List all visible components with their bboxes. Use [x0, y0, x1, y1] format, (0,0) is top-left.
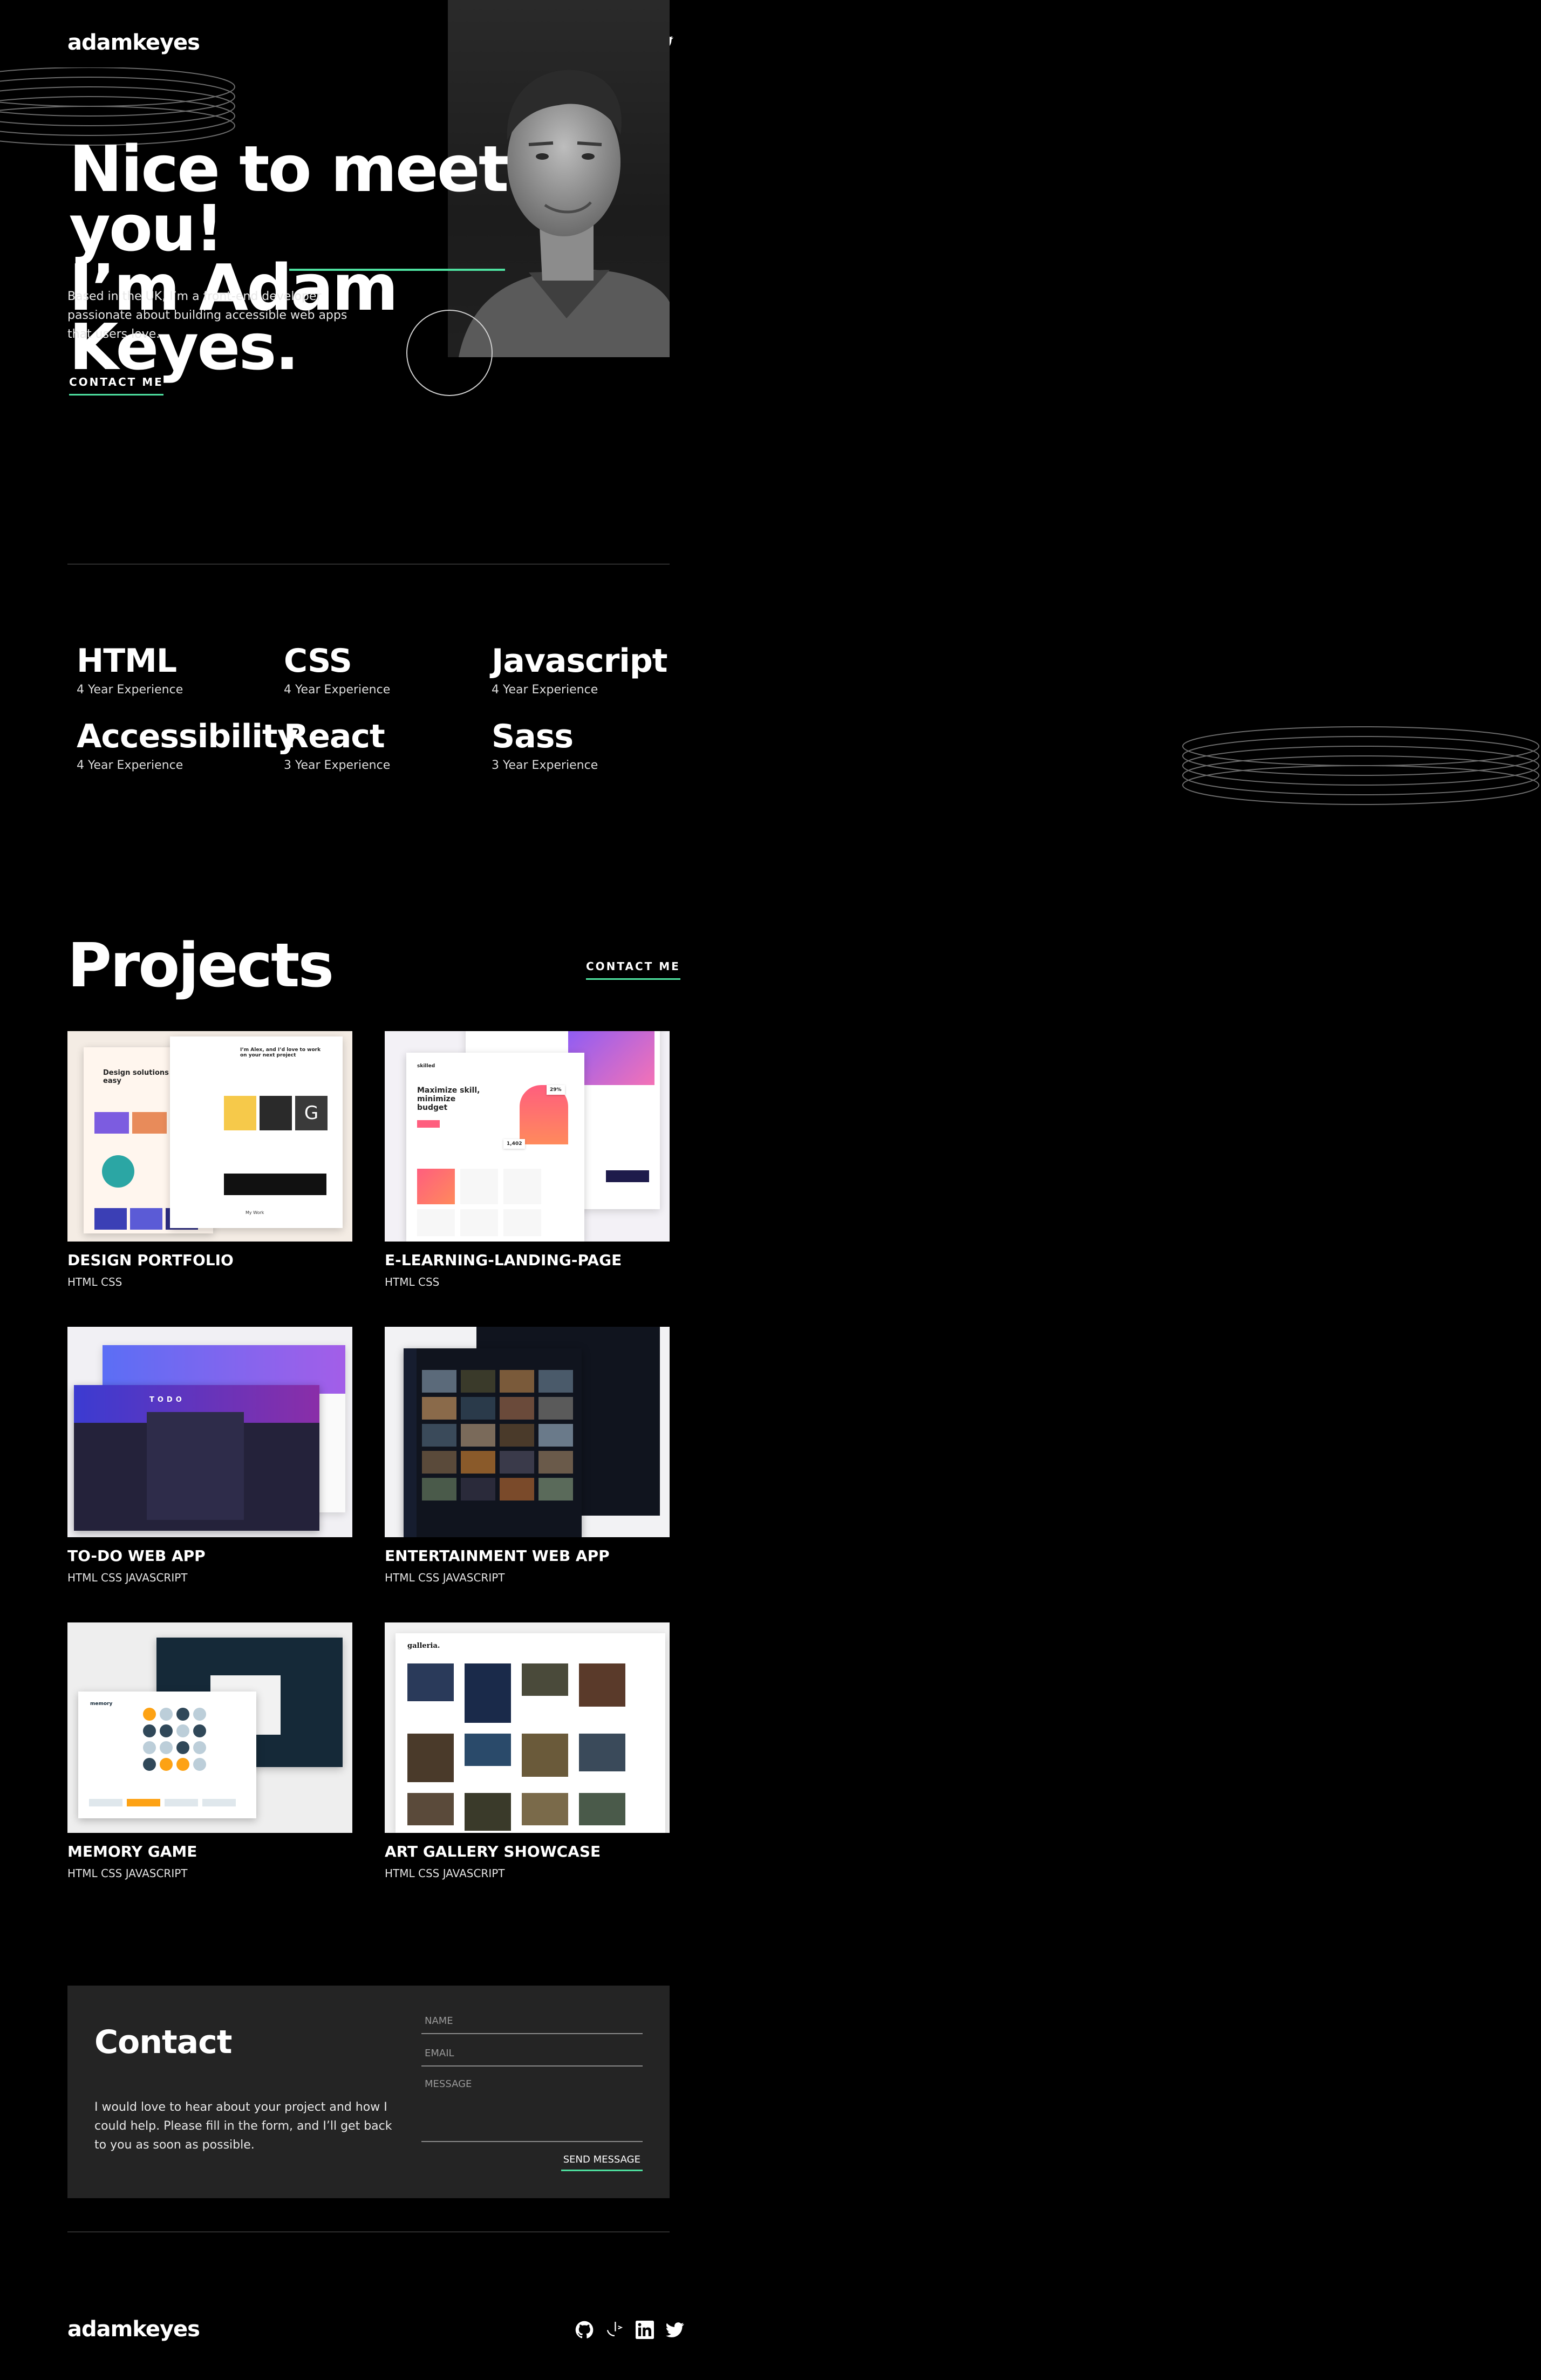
- project-tags: HTML CSS JAVASCRIPT: [67, 1571, 188, 1584]
- hero-title-line-1: Nice to meet you!: [69, 132, 509, 265]
- name-field[interactable]: [421, 2014, 643, 2034]
- frontend-mentor-icon[interactable]: [605, 2321, 624, 2339]
- thumb-heading: Maximize skill, minimize budget: [417, 1086, 480, 1112]
- skill-experience: 4 Year Experience: [77, 683, 183, 697]
- decorative-circle: [406, 310, 493, 396]
- project-title: TO-DO WEB APP: [67, 1547, 206, 1565]
- project-thumbnail[interactable]: TODO: [67, 1327, 352, 1537]
- github-icon[interactable]: [575, 2321, 594, 2339]
- project-tags: HTML CSS JAVASCRIPT: [385, 1867, 505, 1880]
- thumb-page-front: TODO: [74, 1385, 319, 1531]
- skill-name: Sass: [492, 718, 574, 755]
- site-logo[interactable]: adamkeyes: [67, 30, 200, 55]
- thumb-logo: galleria.: [407, 1642, 440, 1650]
- project-card-e-learning[interactable]: skilled Maximize skill, minimize budget …: [385, 1031, 670, 1288]
- skill-name: CSS: [284, 642, 352, 680]
- skill-experience: 3 Year Experience: [492, 759, 598, 772]
- thumb-page-front: skilled Maximize skill, minimize budget …: [406, 1053, 584, 1242]
- skill-experience: 4 Year Experience: [77, 759, 183, 772]
- project-tags: HTML CSS: [385, 1276, 440, 1288]
- contact-description: I would love to hear about your project …: [94, 2101, 392, 2152]
- skill-accessibility: Accessibility 4 Year Experience: [77, 718, 298, 772]
- skill-javascript: Javascript 4 Year Experience: [492, 642, 667, 697]
- project-tags: HTML CSS JAVASCRIPT: [67, 1867, 188, 1880]
- hero-contact-me-link[interactable]: CONTACT ME: [69, 376, 163, 395]
- skill-html: HTML 4 Year Experience: [77, 642, 183, 697]
- project-title: E-LEARNING-LANDING-PAGE: [385, 1251, 622, 1269]
- project-tags: HTML CSS JAVASCRIPT: [385, 1571, 505, 1584]
- thumb-page: galleria.: [396, 1633, 665, 1833]
- thumb-logo: skilled: [417, 1063, 435, 1069]
- skill-css: CSS 4 Year Experience: [284, 642, 390, 697]
- project-card-entertainment-app[interactable]: ENTERTAINMENT WEB APP HTML CSS JAVASCRIP…: [385, 1327, 670, 1584]
- thumb-page-front: memory: [78, 1692, 256, 1818]
- project-card-todo-app[interactable]: TODO TO-DO WEB APP HTML CSS JAVASCRIPT: [67, 1327, 352, 1584]
- project-thumbnail[interactable]: memory: [67, 1622, 352, 1833]
- thumb-page-back: I’m Alex, and I’d love to work on your n…: [170, 1036, 343, 1228]
- decorative-rings-right: [1182, 726, 1541, 817]
- footer-logo[interactable]: adamkeyes: [67, 2317, 200, 2342]
- contact-section: Contact I would love to hear about your …: [67, 1986, 670, 2198]
- skill-experience: 3 Year Experience: [284, 759, 391, 772]
- project-title: ART GALLERY SHOWCASE: [385, 1843, 601, 1860]
- skill-name: Accessibility: [77, 718, 298, 755]
- twitter-icon[interactable]: [666, 2321, 684, 2339]
- project-thumbnail[interactable]: Design solutions made easy I’m Alex, and…: [67, 1031, 352, 1242]
- thumb-subheading: I’m Alex, and I’d love to work on your n…: [240, 1047, 321, 1058]
- message-field[interactable]: [421, 2078, 643, 2142]
- skill-experience: 4 Year Experience: [284, 683, 391, 697]
- thumb-percent: 29%: [547, 1085, 565, 1095]
- email-field[interactable]: [421, 2046, 643, 2067]
- project-thumbnail[interactable]: galleria.: [385, 1622, 670, 1833]
- skill-sass: Sass 3 Year Experience: [492, 718, 598, 772]
- send-message-button[interactable]: SEND MESSAGE: [561, 2154, 643, 2171]
- contact-form: SEND MESSAGE: [421, 2014, 643, 2171]
- project-title: ENTERTAINMENT WEB APP: [385, 1547, 610, 1565]
- project-tags: HTML CSS: [67, 1276, 122, 1288]
- name-underline: [289, 269, 505, 271]
- skill-name: Javascript: [492, 642, 667, 680]
- skill-experience: 4 Year Experience: [492, 683, 598, 697]
- project-title: DESIGN PORTFOLIO: [67, 1251, 234, 1269]
- contact-heading: Contact: [94, 2023, 232, 2061]
- project-title: MEMORY GAME: [67, 1843, 197, 1860]
- thumb-my-work: My Work: [246, 1210, 264, 1215]
- thumb-title: memory: [90, 1701, 113, 1707]
- project-card-art-gallery[interactable]: galleria. ART GALLERY SHOWCASE HTML CSS …: [385, 1622, 670, 1880]
- thumb-stat: 1,402: [503, 1139, 526, 1149]
- linkedin-icon[interactable]: [636, 2321, 654, 2339]
- skill-name: HTML: [77, 642, 177, 680]
- project-card-memory-game[interactable]: memory MEMORY GAME HTML CSS JAVASCRIPT: [67, 1622, 352, 1880]
- project-thumbnail[interactable]: skilled Maximize skill, minimize budget …: [385, 1031, 670, 1242]
- skill-name: React: [284, 718, 385, 755]
- thumb-page-front: [404, 1348, 582, 1537]
- projects-contact-me-link[interactable]: CONTACT ME: [586, 960, 680, 980]
- project-card-design-portfolio[interactable]: Design solutions made easy I’m Alex, and…: [67, 1031, 352, 1288]
- footer-social-links: [575, 2321, 684, 2339]
- projects-heading: Projects: [67, 931, 334, 1001]
- project-thumbnail[interactable]: [385, 1327, 670, 1537]
- skill-react: React 3 Year Experience: [284, 718, 390, 772]
- hero-description: Based in the UK, I’m a front-end develop…: [67, 290, 347, 341]
